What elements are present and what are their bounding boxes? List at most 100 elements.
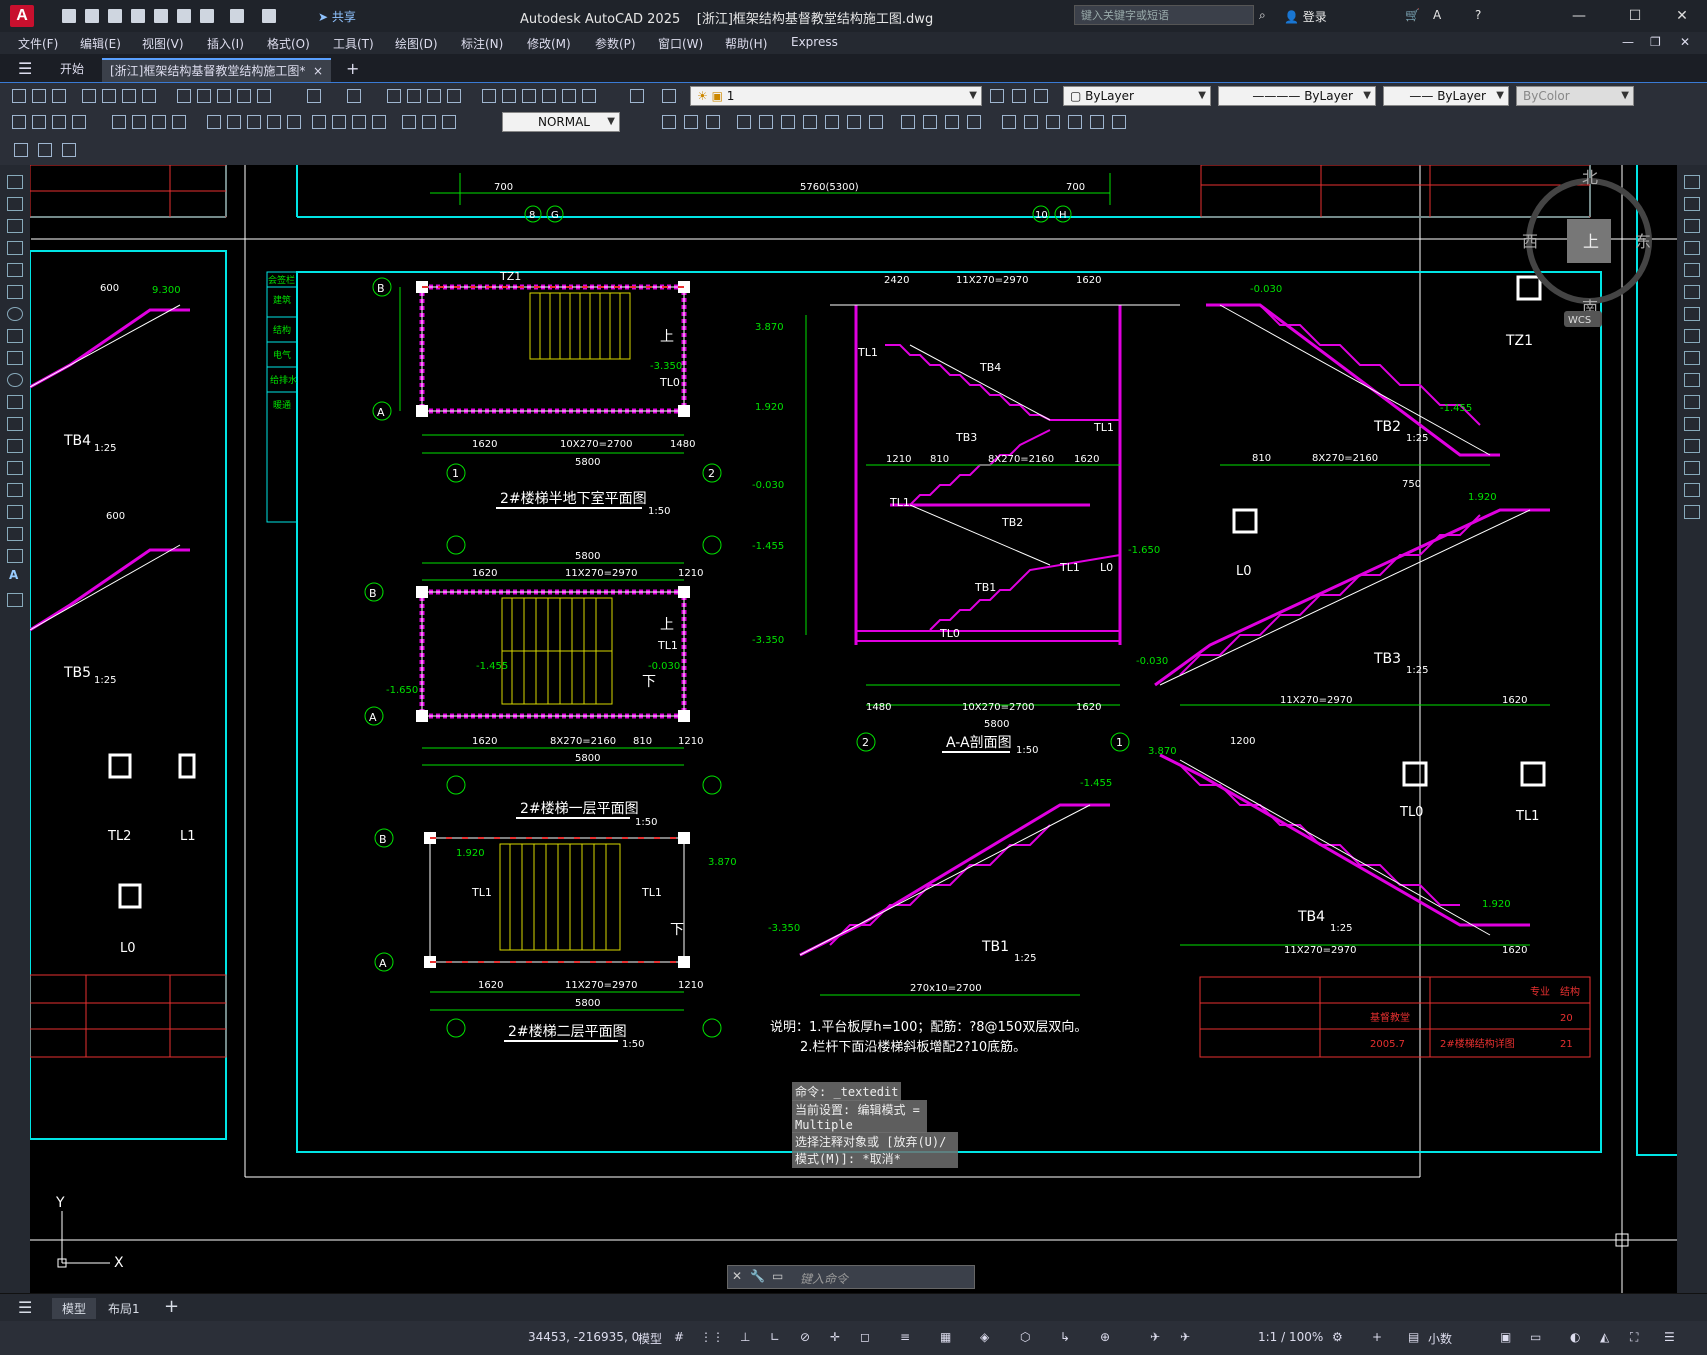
open-file-icon[interactable]	[83, 7, 101, 25]
units-icon[interactable]: ▤	[1408, 1330, 1419, 1344]
stretch-icon[interactable]	[1684, 351, 1700, 365]
color-dropdown[interactable]: ▢ ByLayer ▼	[1063, 86, 1211, 106]
3d-move-icon[interactable]	[1000, 113, 1018, 131]
baseline-dim-icon[interactable]	[225, 113, 243, 131]
cart-icon[interactable]: 🛒	[1405, 8, 1420, 22]
quick-dim-icon[interactable]	[205, 113, 223, 131]
recent-commands-icon[interactable]: ▭	[772, 1269, 783, 1283]
continue-dim-icon[interactable]	[245, 113, 263, 131]
zoom-realtime-icon[interactable]	[405, 87, 423, 105]
menu-file[interactable]: 文件(F)	[18, 35, 58, 52]
dim-space-icon[interactable]	[265, 113, 283, 131]
lineweight-dropdown[interactable]: —— ByLayer ▼	[1383, 86, 1509, 106]
layer-dropdown[interactable]: ☀ ▣ 1 ▼	[690, 86, 982, 106]
qnew-icon[interactable]	[10, 87, 28, 105]
inspection-icon[interactable]	[350, 113, 368, 131]
make-block-icon[interactable]	[7, 439, 23, 453]
tolerance-icon[interactable]	[310, 113, 328, 131]
customize-icon[interactable]: 🔧	[750, 1269, 765, 1283]
menu-dimension[interactable]: 标注(N)	[461, 35, 503, 52]
autoscale-icon[interactable]: ✈	[1180, 1330, 1190, 1344]
new-file-icon[interactable]	[60, 7, 78, 25]
3d-align-icon[interactable]	[1066, 113, 1084, 131]
tool-palettes-icon[interactable]	[520, 87, 538, 105]
array-icon[interactable]	[1684, 263, 1700, 277]
chamfer-icon[interactable]	[1684, 461, 1700, 475]
radius-dim-icon[interactable]	[110, 113, 128, 131]
close-tab-icon[interactable]: ×	[313, 64, 323, 78]
revision-cloud-icon[interactable]	[7, 329, 23, 343]
break-icon[interactable]	[1684, 417, 1700, 431]
extract-edges-icon[interactable]	[943, 113, 961, 131]
redo-toolbar-icon[interactable]	[345, 87, 363, 105]
snap-icon[interactable]: ⋮⋮	[700, 1330, 724, 1344]
circle-icon[interactable]	[7, 307, 23, 321]
erase-icon[interactable]	[1684, 175, 1700, 189]
zoom-previous-icon[interactable]	[445, 87, 463, 105]
workspace-gear-icon[interactable]: ⚙	[1332, 1330, 1343, 1344]
arc-length-icon[interactable]	[50, 113, 68, 131]
markup-icon[interactable]	[560, 87, 578, 105]
doc-restore-button[interactable]: ❐	[1650, 35, 1661, 49]
dim-update-icon[interactable]	[440, 113, 458, 131]
offset-edge-icon[interactable]	[965, 113, 983, 131]
3d-scale-icon[interactable]	[1044, 113, 1062, 131]
cut-icon[interactable]	[175, 87, 193, 105]
coordinates-readout[interactable]: 34453, -216935, 0	[528, 1330, 639, 1344]
design-center-icon[interactable]	[500, 87, 518, 105]
tab-active-drawing[interactable]: [浙江]框架结构基督教堂结构施工图* ×	[102, 58, 332, 82]
undo-toolbar-icon[interactable]	[305, 87, 323, 105]
annotation-monitor-icon[interactable]: +	[1372, 1330, 1382, 1344]
menu-modify[interactable]: 修改(M)	[527, 35, 571, 52]
sweep-icon[interactable]	[779, 113, 797, 131]
spline-icon[interactable]	[7, 351, 23, 365]
diameter-dim-icon[interactable]	[150, 113, 168, 131]
point-icon[interactable]	[7, 461, 23, 475]
copy-object-icon[interactable]	[1684, 197, 1700, 211]
autocad-logo-icon[interactable]: A	[10, 5, 34, 27]
publish-icon[interactable]	[120, 87, 138, 105]
mirror-icon[interactable]	[1684, 219, 1700, 233]
menu-express[interactable]: Express	[791, 35, 838, 49]
gradient-icon[interactable]	[7, 505, 23, 519]
center-mark-icon[interactable]	[330, 113, 348, 131]
new-tab-button[interactable]: +	[338, 58, 367, 80]
hatch-icon[interactable]	[7, 483, 23, 497]
annotation-visibility-icon[interactable]: ✈	[1150, 1330, 1160, 1344]
dim-break-icon[interactable]	[285, 113, 303, 131]
multi-view-icon[interactable]	[60, 141, 78, 159]
plotstyle-dropdown[interactable]: ByColor ▼	[1516, 86, 1634, 106]
open-icon[interactable]	[30, 87, 48, 105]
ellipse-arc-icon[interactable]	[7, 395, 23, 409]
text-style-dropdown[interactable]: NORMAL ▼	[502, 112, 620, 132]
command-input[interactable]: 键入命令	[800, 1270, 848, 1287]
units-dropdown[interactable]: 小数	[1428, 1330, 1452, 1347]
fillet-icon[interactable]	[1684, 483, 1700, 497]
jogged-dim-icon[interactable]	[130, 113, 148, 131]
region-icon[interactable]	[7, 527, 23, 541]
properties-icon[interactable]	[480, 87, 498, 105]
lock-ui-icon[interactable]: ▭	[1530, 1330, 1541, 1344]
menu-help[interactable]: 帮助(H)	[725, 35, 767, 52]
join-icon[interactable]	[1684, 439, 1700, 453]
thicken-icon[interactable]	[867, 113, 885, 131]
pan-icon[interactable]	[385, 87, 403, 105]
menu-window[interactable]: 窗口(W)	[658, 35, 703, 52]
dim-text-edit-icon[interactable]	[420, 113, 438, 131]
3d-array-icon[interactable]	[1110, 113, 1128, 131]
line-icon[interactable]	[7, 175, 23, 189]
block-editor-icon[interactable]	[255, 87, 273, 105]
gizmo-icon[interactable]: ⊕	[1100, 1330, 1110, 1344]
maximize-button[interactable]: ☐	[1615, 4, 1655, 28]
web-save-icon[interactable]	[175, 7, 193, 25]
hamburger-menu-icon[interactable]: ☰	[10, 58, 40, 80]
paste-icon[interactable]	[215, 87, 233, 105]
mtext-icon[interactable]: A	[9, 568, 18, 582]
slice-icon[interactable]	[845, 113, 863, 131]
help-icon[interactable]: ?	[1475, 8, 1481, 22]
layer-previous-icon[interactable]	[1010, 87, 1028, 105]
extrude-icon[interactable]	[735, 113, 753, 131]
selection-cycling-icon[interactable]: ◈	[980, 1330, 989, 1344]
object-snap-tracking-icon[interactable]: ✛	[830, 1330, 840, 1344]
minimize-button[interactable]: —	[1559, 4, 1599, 28]
